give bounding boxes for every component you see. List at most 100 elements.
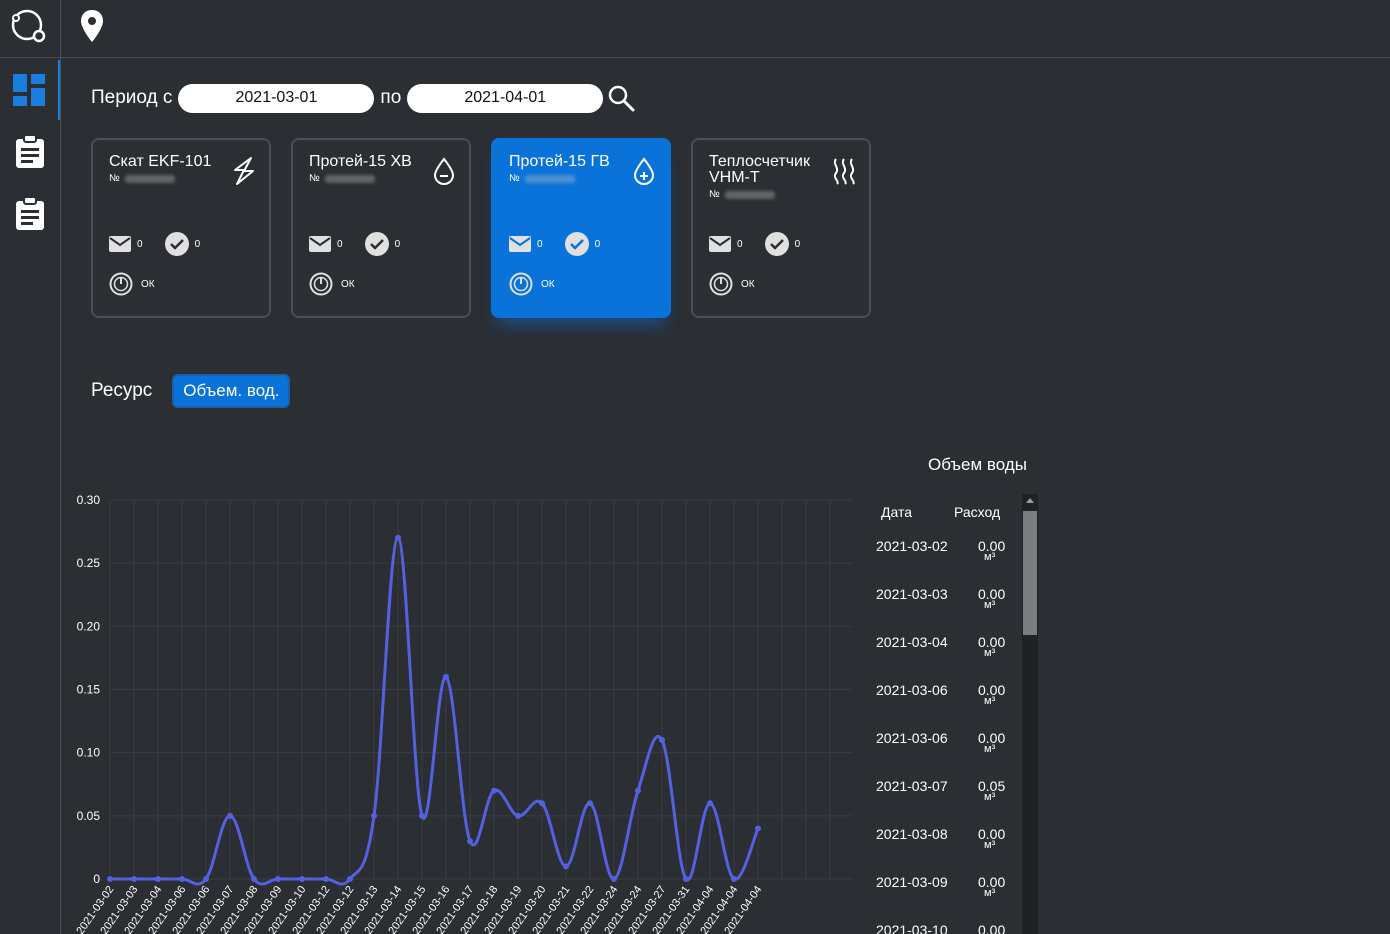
row-date: 2021-03-09 [876,874,948,890]
data-point [443,673,449,680]
row-unit: м³ [984,791,996,803]
data-point [419,812,425,819]
scroll-up-arrow-icon[interactable] [1026,498,1034,503]
data-point [659,737,665,744]
row-unit: м³ [984,695,996,707]
period-from-label: Период с [91,87,173,108]
location-pin-icon[interactable] [79,9,105,43]
checks-count: 0 [594,238,601,250]
heat-icon [833,158,855,185]
row-date: 2021-03-03 [876,586,948,602]
sidebar-item-reports[interactable] [0,122,60,182]
data-point [683,876,689,882]
device-status: ОК [541,278,555,290]
check-circle-icon [364,232,389,256]
resource-selector: Ресурс Объем. вод. [91,374,291,408]
data-point [179,876,185,882]
data-point [323,876,329,882]
gauge-icon [109,272,133,296]
resource-label: Ресурс [91,380,153,401]
table-title: Объем воды [928,455,1027,474]
data-point [467,838,473,845]
mail-icon [509,236,531,252]
row-date: 2021-03-06 [876,730,948,746]
data-point [155,876,161,882]
checks-count: 0 [394,238,401,250]
messages-count: 0 [737,238,743,250]
water-drop-icon [433,157,455,186]
y-tick-label: 0.10 [77,746,101,760]
device-title: Скат EKF-101 [109,153,212,170]
table-row: 2021-03-06 0.00 м³ [862,682,1022,730]
device-status: ОК [741,278,755,290]
mail-icon [109,236,131,252]
data-point [107,876,113,882]
clipboard-icon [16,135,44,168]
check-circle-icon [164,232,189,256]
data-point [275,876,281,882]
table-row: 2021-03-04 0.00 м³ [862,634,1022,682]
y-tick-label: 0.20 [77,619,101,633]
device-card-protei-xv[interactable]: Протей-15 ХВ № 0 0 ОК [291,138,471,318]
data-point [203,876,209,882]
mail-icon [309,236,331,252]
data-point [227,812,233,819]
data-point [395,534,401,541]
data-point [563,863,569,870]
row-value: 0.00 [978,922,1006,934]
y-tick-label: 0.25 [77,556,101,570]
period-to-input[interactable] [407,83,604,113]
data-point [515,812,521,819]
row-date: 2021-03-07 [876,778,948,794]
scrollbar-thumb[interactable] [1023,511,1037,635]
data-point [611,876,617,882]
sidebar-item-journal[interactable] [0,184,60,244]
lightning-icon [234,157,254,185]
row-date: 2021-03-02 [876,538,948,554]
row-unit: м³ [984,647,996,659]
column-header-value: Расход [954,504,1001,520]
device-card-ekf[interactable]: Скат EKF-101 № 0 0 ОК [91,138,271,318]
period-from-input[interactable] [178,83,375,113]
row-unit: м³ [984,887,996,899]
period-to-label: по [380,87,402,108]
y-tick-label: 0.05 [77,809,101,823]
series-line [109,536,760,886]
clipboard-icon [16,197,44,230]
consumption-chart: 0 0.05 0.10 0.15 0.20 0.25 0.30 2021-03-02 2021-… [62,480,862,934]
device-title: Протей-15 ХВ [309,153,412,170]
device-status: ОК [141,278,155,290]
data-point [371,812,377,819]
device-card-heat-meter[interactable]: Теплосчетчик VHM-T № 0 0 ОК [691,138,871,318]
app-logo-icon[interactable] [10,8,46,44]
period-filter: Период с по [91,83,635,113]
gauge-icon [709,272,733,296]
row-unit: м³ [984,839,996,851]
data-point [587,800,593,807]
row-unit: м³ [984,551,996,563]
row-unit: м³ [984,743,996,755]
checks-count: 0 [794,238,801,250]
table-row: 2021-03-07 0.05 м³ [862,778,1022,826]
device-title: Протей-15 ГВ [509,153,610,170]
row-date: 2021-03-06 [876,682,948,698]
table-row: 2021-03-02 0.00 м³ [862,538,1022,586]
y-tick-label: 0 [93,872,100,886]
top-bar [0,0,1390,58]
device-card-protei-gv[interactable]: Протей-15 ГВ № 0 0 ОК [491,138,671,318]
data-point [755,825,761,832]
gauge-icon [309,272,333,296]
data-point [347,876,353,882]
device-serial: № [709,189,853,200]
data-point [491,787,497,794]
data-point [251,876,257,882]
row-unit: м³ [984,599,996,611]
sidebar-item-dashboard[interactable] [0,60,60,120]
search-icon[interactable] [607,84,635,112]
resource-water-volume-button[interactable]: Объем. вод. [172,374,291,408]
messages-count: 0 [537,238,543,250]
device-status: ОК [341,278,355,290]
data-point [635,787,641,794]
row-date: 2021-03-10 [876,922,948,934]
hot-water-drop-icon [633,157,655,186]
